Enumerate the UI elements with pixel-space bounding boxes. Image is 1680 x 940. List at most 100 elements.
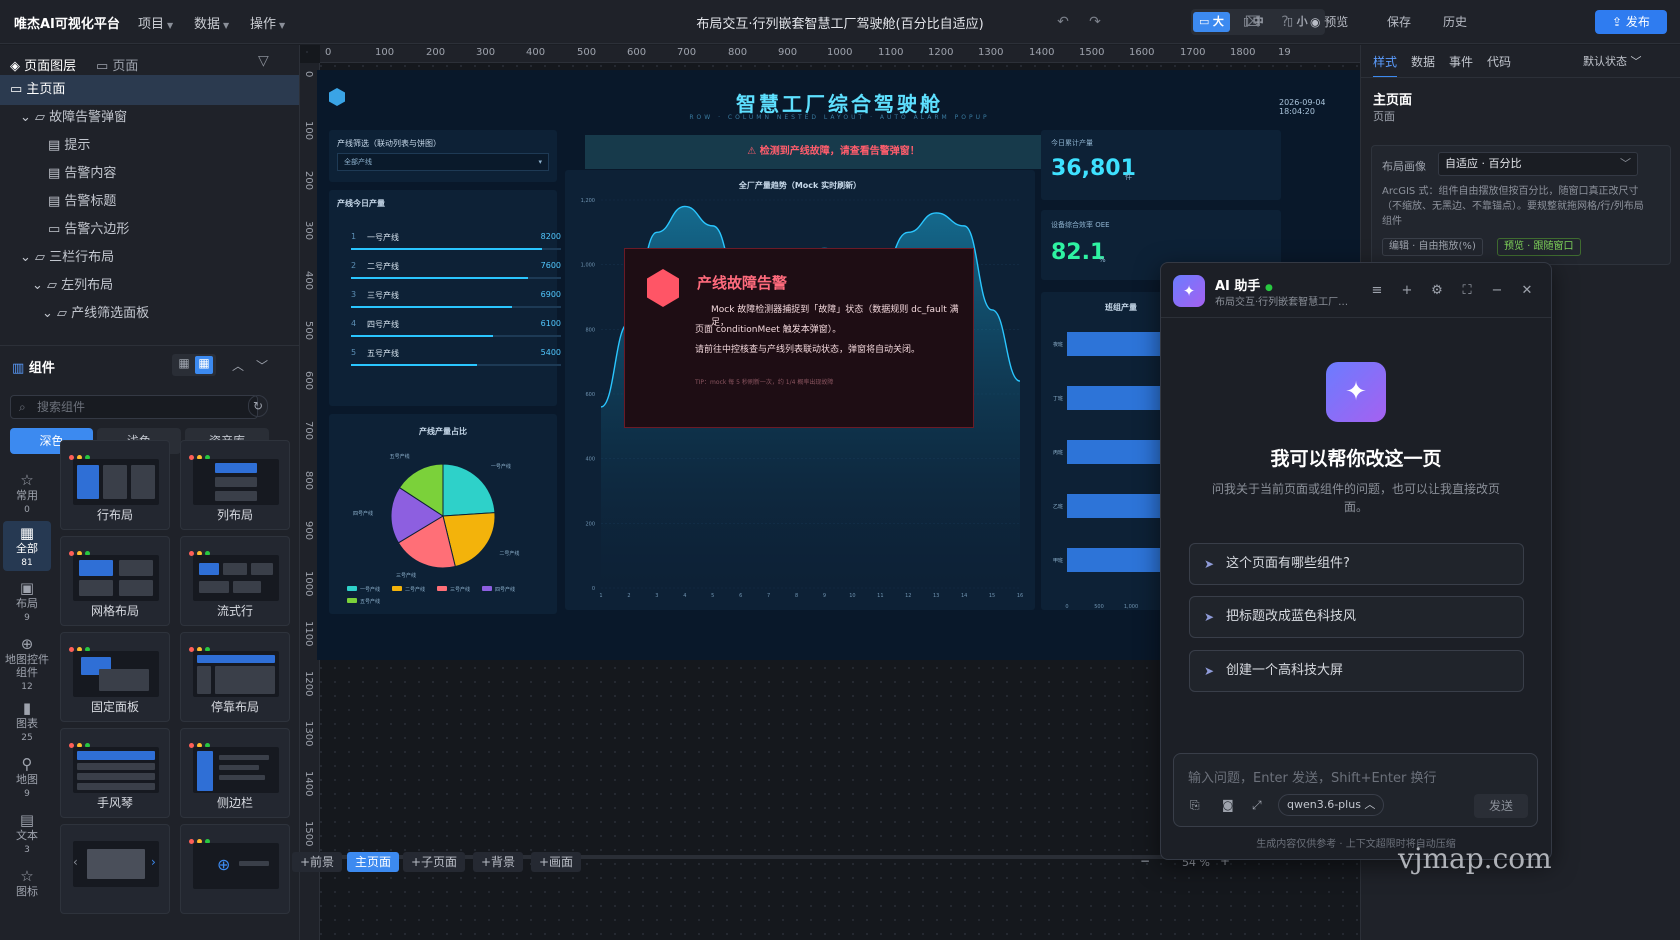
ai-input[interactable]: 输入问题，Enter 发送，Shift+Enter 换行 — [1188, 767, 1437, 786]
tab-events[interactable]: 事件 — [1449, 53, 1473, 70]
tree-item-alarm-content[interactable]: ▤ 告警内容 — [0, 159, 299, 189]
ai-subtitle: 布局交互·行列嵌套智慧工厂… — [1215, 297, 1349, 308]
chevron-down-icon[interactable]: ﹀ — [256, 357, 268, 374]
expand-arrows-icon[interactable]: ⤢ — [1252, 798, 1262, 813]
expand-icon[interactable]: ⛶ — [1457, 281, 1477, 301]
add-screen-tab[interactable]: +画面 — [531, 852, 582, 872]
history-button[interactable]: 历史 — [1443, 13, 1467, 30]
tree-item-fault-popup[interactable]: ⌄ ▱ 故障告警弹窗 — [0, 103, 299, 133]
tab-pages[interactable]: ▭ 页面 — [96, 55, 138, 74]
x-tick-label: 500 — [1094, 604, 1104, 610]
publish-button[interactable]: ⇪ 发布 — [1595, 10, 1667, 34]
filter-icon[interactable]: ▽ — [258, 53, 269, 69]
attach-icon[interactable]: ⎘ — [1190, 798, 1200, 813]
rail-text[interactable]: ▤ 文本 3 — [3, 809, 51, 856]
line-filter-select[interactable]: 全部产线 ▾ — [337, 153, 549, 171]
tab-style[interactable]: 样式 — [1373, 53, 1398, 78]
undo-icon[interactable]: ↶ — [1052, 11, 1074, 33]
layer-tree: ▭ 主页面 ⌄ ▱ 故障告警弹窗 ▤ 提示 ▤ 告警内容 ▤ 告警标题 ▭ 告警… — [0, 75, 299, 320]
y-tick-label: 1,200 — [581, 198, 595, 204]
tree-item-alarm-title[interactable]: ▤ 告警标题 — [0, 187, 299, 217]
tree-item-tip[interactable]: ▤ 提示 — [0, 131, 299, 161]
hbar-label: 乙班 — [1053, 503, 1063, 510]
card-fixed-panel[interactable]: 固定面板 — [60, 632, 170, 722]
plus-icon[interactable]: + — [1397, 281, 1417, 301]
card-grid-layout[interactable]: 网格布局 — [60, 536, 170, 626]
tree-item-main-page[interactable]: ▭ 主页面 — [0, 75, 299, 105]
suggestion-button[interactable]: ➤ 把标题改成蓝色科技风 — [1189, 596, 1524, 638]
save-button[interactable]: 保存 — [1387, 13, 1411, 30]
main-page-tab[interactable]: 主页面 — [347, 852, 400, 872]
rail-map[interactable]: ⚲ 地图 9 — [3, 753, 51, 800]
tree-item-three-row-layout[interactable]: ⌄ ▱ 三栏行布局 — [0, 243, 299, 273]
progress-fill — [351, 277, 529, 279]
card-accordion[interactable]: 手风琴 — [60, 728, 170, 818]
hbar-label: 甲班 — [1053, 557, 1063, 564]
rail-common[interactable]: ☆ 常用 0 — [3, 469, 51, 516]
card-sidebar[interactable]: 侧边栏 — [180, 728, 290, 818]
pie-panel: 产线产量占比 一号产线 二号产线 三号产线 四号产线 五号产线 一号产线 二号产线 三号产线四… — [329, 414, 557, 614]
list-icon[interactable]: ≡ — [1367, 281, 1387, 301]
device-icon[interactable]: ⌧ — [1242, 11, 1264, 33]
camera-icon[interactable]: ◙ — [1222, 798, 1234, 812]
add-background-tab[interactable]: +背景 — [473, 852, 524, 872]
menu-project[interactable]: 项目 ▼ — [138, 13, 173, 32]
menu-operate[interactable]: 操作 ▼ — [250, 13, 285, 32]
kpi-label: 今日累计产量 — [1051, 139, 1093, 147]
tab-data[interactable]: 数据 — [1411, 53, 1435, 70]
tab-page-layers[interactable]: ◈ 页面图层 — [10, 55, 76, 74]
line-name: 四号产线 — [367, 320, 399, 329]
suggestion-button[interactable]: ➤ 创建一个高科技大屏 — [1189, 650, 1524, 692]
map-pin-icon: ⚲ — [21, 755, 33, 773]
suggestion-button[interactable]: ➤ 这个页面有哪些组件? — [1189, 543, 1524, 585]
refresh-icon[interactable]: ↻ — [248, 395, 268, 417]
card-flow-row[interactable]: 流式行 — [180, 536, 290, 626]
tree-item-line-filter[interactable]: ⌄ ▱ 产线筛选面板 — [0, 299, 299, 320]
card-row-layout[interactable]: 行布局 — [60, 440, 170, 530]
legend-label: 四号产线 — [495, 586, 515, 593]
card-dock-layout[interactable]: 停靠布局 — [180, 632, 290, 722]
line-index: 3 — [351, 290, 357, 299]
close-icon[interactable]: ✕ — [1517, 281, 1537, 301]
rail-icons[interactable]: ☆ 图标 — [3, 865, 51, 905]
grid-small-icon[interactable]: ▦ — [195, 356, 213, 374]
x-tick-label: 6 — [739, 593, 742, 599]
rail-all[interactable]: ▦ 全部 81 — [3, 521, 51, 571]
card-column-layout[interactable]: 列布局 — [180, 440, 290, 530]
chart-bar-icon: ▥ — [12, 361, 25, 376]
send-button[interactable]: 发送 — [1474, 794, 1528, 818]
add-subpage-tab[interactable]: +子页面 — [403, 852, 466, 872]
card-carousel[interactable]: ‹ › — [60, 824, 170, 914]
x-tick-label: 13 — [933, 593, 939, 599]
size-large-button[interactable]: ▭ 大 — [1193, 12, 1230, 32]
minimize-icon[interactable]: − — [1487, 281, 1507, 301]
rail-layout[interactable]: ▣ 布局 9 — [3, 577, 51, 624]
card-map-widget[interactable]: ⊕ — [180, 824, 290, 914]
tree-item-alarm-hexagon[interactable]: ▭ 告警六边形 — [0, 215, 299, 245]
zoom-out-icon[interactable]: − — [1140, 854, 1150, 868]
rail-map-controls[interactable]: ⊕ 地图控件组件 12 — [3, 633, 51, 693]
help-icon[interactable]: ? — [1274, 11, 1296, 33]
watermark: vjmap.com — [1398, 842, 1552, 875]
add-foreground-tab[interactable]: +前景 — [292, 852, 343, 872]
search-input[interactable]: ⌕ 搜索组件 — [10, 395, 258, 419]
model-select[interactable]: qwen3.6-plus ︿ — [1278, 794, 1385, 816]
redo-icon[interactable]: ↷ — [1084, 11, 1106, 33]
preview-button[interactable]: ◉ 预览 — [1310, 13, 1348, 30]
tab-code[interactable]: 代码 — [1487, 53, 1511, 70]
y-tick-label: 600 — [585, 392, 595, 398]
layout-select[interactable]: 自适应 · 百分比 ﹀ — [1438, 152, 1638, 176]
x-tick-label: 12 — [905, 593, 911, 599]
menu-data[interactable]: 数据 ▼ — [194, 13, 229, 32]
y-tick-label: 400 — [585, 457, 595, 463]
rail-charts[interactable]: ▮ 图表 25 — [3, 697, 51, 744]
state-select[interactable]: 默认状态 ﹀ — [1583, 53, 1642, 69]
progress-fill — [351, 335, 494, 337]
gear-icon[interactable]: ⚙ — [1427, 281, 1447, 301]
fault-alarm-popup[interactable]: 产线故障告警 Mock 故障检测器捕捉到「故障」状态（数据规则 dc_fault… — [624, 248, 974, 428]
edit-mode-tag: 编辑 · 自由拖放(%) — [1382, 238, 1483, 256]
tree-item-left-column[interactable]: ⌄ ▱ 左列布局 — [0, 271, 299, 301]
line-value: 7600 — [540, 261, 561, 270]
grid-large-icon[interactable]: ▦ — [175, 356, 193, 374]
chevron-up-icon[interactable]: ︿ — [232, 357, 244, 374]
